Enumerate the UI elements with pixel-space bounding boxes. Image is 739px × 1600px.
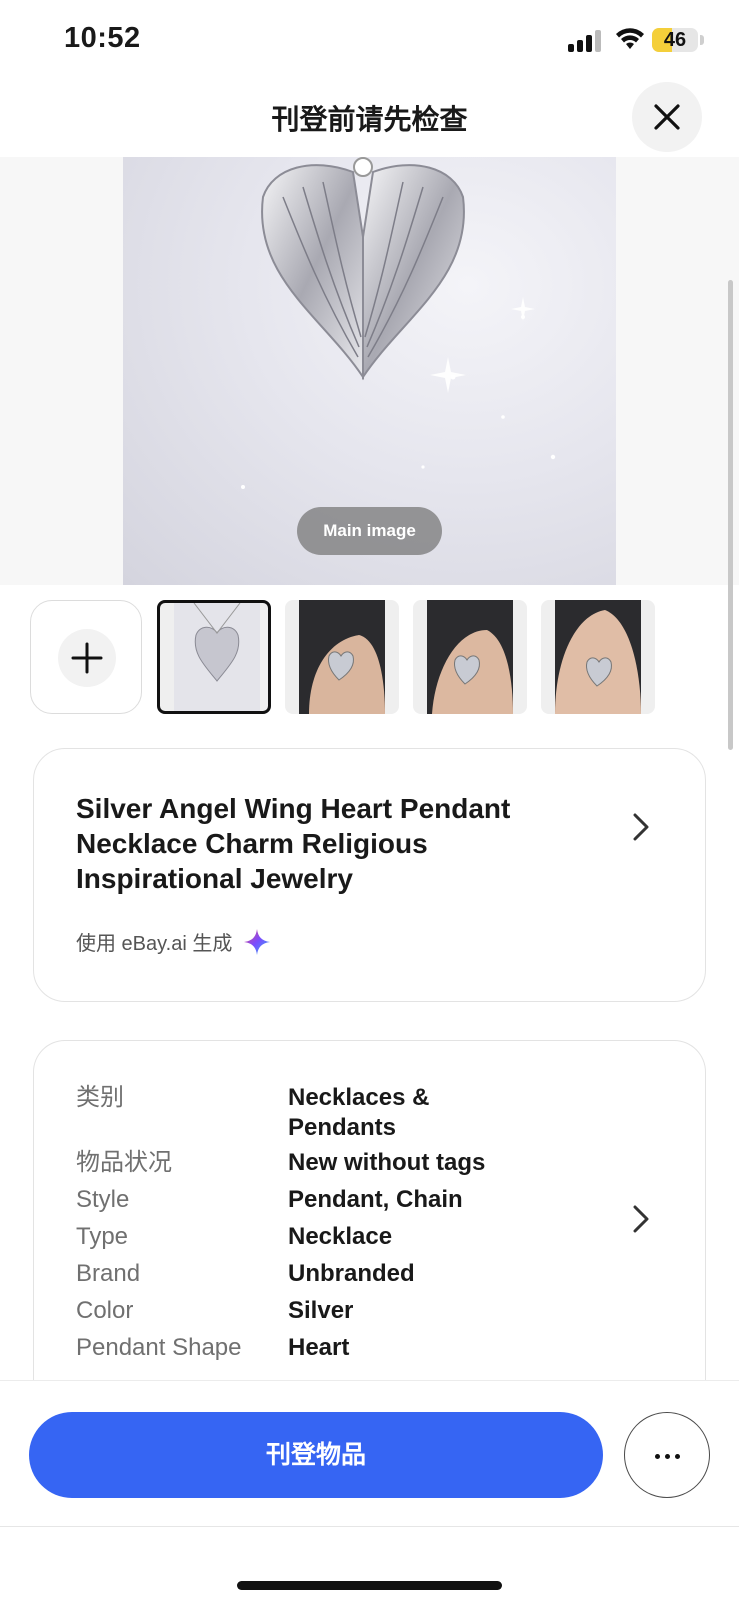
divider <box>0 1526 739 1527</box>
photo-thumbnails <box>0 600 739 715</box>
chevron-right-icon <box>633 1205 649 1233</box>
detail-value: Pendant, Chain <box>288 1186 463 1213</box>
plus-icon <box>71 642 103 674</box>
thumbnail-image <box>174 603 260 711</box>
scrollbar[interactable] <box>728 280 733 750</box>
status-bar: 10:52 46 <box>0 0 739 80</box>
main-image-badge: Main image <box>297 507 442 555</box>
close-icon <box>654 104 680 130</box>
detail-key: Type <box>76 1223 129 1250</box>
detail-value: Silver <box>288 1297 354 1324</box>
wifi-icon <box>616 28 644 49</box>
detail-key: Pendant Shape <box>76 1334 242 1361</box>
listing-title-card[interactable]: Silver Angel Wing Heart Pendant Necklace… <box>33 748 706 1002</box>
thumbnail-image <box>427 600 513 714</box>
ai-label-text: 使用 eBay.ai 生成 <box>76 933 233 955</box>
cellular-signal-icon <box>568 30 604 52</box>
page-title: 刊登前请先检查 <box>271 104 468 135</box>
detail-key: Brand <box>76 1260 141 1287</box>
listing-title: Silver Angel Wing Heart Pendant Necklace… <box>76 793 511 894</box>
chevron-right-icon <box>633 813 649 841</box>
status-time: 10:52 <box>64 22 141 54</box>
add-photo-button[interactable] <box>30 600 142 714</box>
thumbnail-1[interactable] <box>157 600 271 714</box>
list-item-button[interactable]: 刊登物品 <box>29 1412 603 1498</box>
thumbnail-2[interactable] <box>285 600 399 714</box>
ai-sparkle-icon <box>244 928 271 955</box>
thumbnail-image <box>555 600 641 714</box>
battery-level: 46 <box>663 29 687 51</box>
detail-value: Necklaces & Pendants <box>288 1084 430 1141</box>
thumbnail-image <box>299 600 385 714</box>
detail-value: Heart <box>288 1334 350 1361</box>
detail-key: Color <box>76 1297 134 1324</box>
detail-value: Unbranded <box>288 1260 415 1287</box>
detail-key: 类别 <box>76 1084 124 1111</box>
thumbnail-3[interactable] <box>413 600 527 714</box>
bottom-action-bar: 刊登物品 <box>0 1380 739 1600</box>
detail-key: Style <box>76 1186 130 1213</box>
main-image-area: Main image <box>0 157 739 585</box>
close-button[interactable] <box>632 82 702 152</box>
detail-value: New without tags <box>288 1149 486 1176</box>
ai-generated-label: 使用 eBay.ai 生成 <box>76 927 271 956</box>
thumbnail-4[interactable] <box>541 600 655 714</box>
home-indicator[interactable] <box>237 1581 502 1590</box>
detail-key: 物品状况 <box>76 1149 172 1176</box>
detail-value: Necklace <box>288 1223 393 1250</box>
battery-icon: 46 <box>652 28 698 52</box>
more-options-button[interactable] <box>624 1412 710 1498</box>
